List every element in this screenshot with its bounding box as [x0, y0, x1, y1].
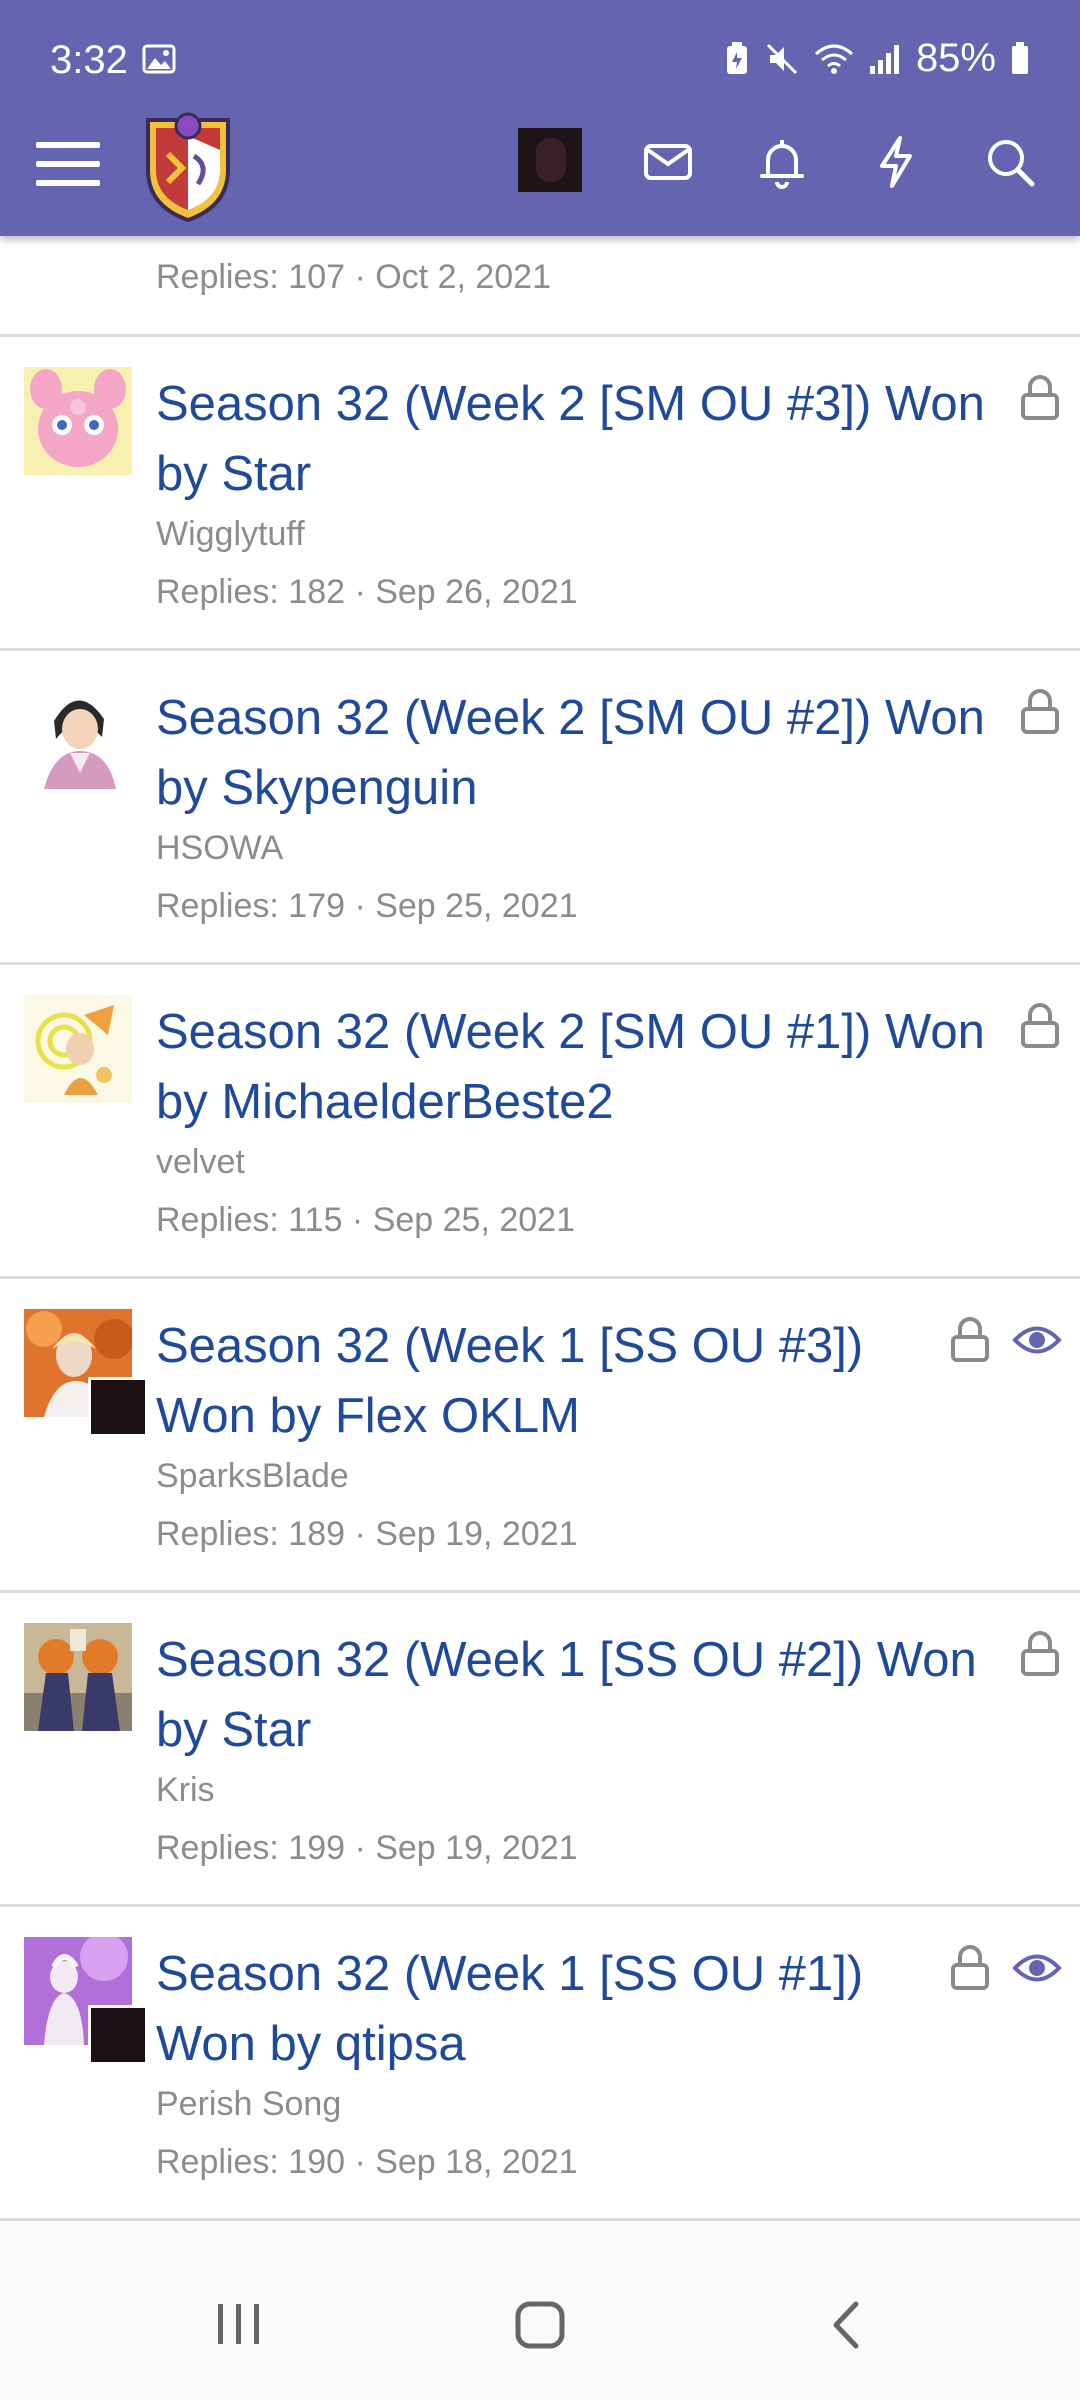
- thread-author[interactable]: Wigglytuff: [156, 515, 305, 554]
- thread-meta: Replies: 107 · Oct 2, 2021: [156, 258, 552, 296]
- thread-title[interactable]: Season 32 (Week 1 [SS OU #2]) Won by Sta…: [156, 1625, 996, 1765]
- thread-title[interactable]: Season 32 (Week 2 [SM OU #3]) Won by Sta…: [156, 369, 996, 509]
- lightning-icon[interactable]: [866, 132, 926, 192]
- status-time: 3:32: [50, 38, 128, 82]
- thread-meta: Replies: 190 · Sep 18, 2021: [156, 2143, 578, 2181]
- last-poster-avatar[interactable]: [88, 2005, 148, 2065]
- thread-row[interactable]: Season 32 (Week 2 [SM OU #3]) Won by Sta…: [0, 337, 1080, 651]
- lock-icon: [1021, 375, 1059, 420]
- thread-meta: Replies: 115 · Sep 25, 2021: [156, 1201, 575, 1239]
- author-avatar[interactable]: [24, 1623, 132, 1731]
- search-icon[interactable]: [980, 132, 1040, 192]
- status-bar: 3:32 85%: [0, 0, 1080, 110]
- hamburger-menu-icon[interactable]: [36, 132, 100, 196]
- thread-author[interactable]: velvet: [156, 1143, 245, 1182]
- thread-title[interactable]: Season 32 (Week 1 [SS OU #1]) Won by qti…: [156, 1939, 916, 2079]
- forum-logo-icon[interactable]: [138, 110, 238, 222]
- lock-icon: [951, 1945, 989, 1990]
- thread-author[interactable]: Kris: [156, 1771, 215, 1810]
- thread-author[interactable]: SparksBlade: [156, 1457, 349, 1496]
- bell-icon[interactable]: [752, 132, 812, 192]
- thread-row[interactable]: Season 32 (Week 1 [SS OU #1]) Won by qti…: [0, 1907, 1080, 2221]
- thread-meta: Replies: 179 · Sep 25, 2021: [156, 887, 578, 925]
- back-icon[interactable]: [826, 2300, 866, 2350]
- author-avatar[interactable]: [24, 995, 132, 1103]
- thread-meta: Replies: 189 · Sep 19, 2021: [156, 1515, 578, 1553]
- thread-author[interactable]: HSOWA: [156, 829, 283, 868]
- user-avatar[interactable]: [518, 128, 582, 192]
- lock-icon: [1021, 1003, 1059, 1048]
- wifi-icon: [814, 44, 853, 74]
- eye-icon: [1012, 1326, 1062, 1354]
- battery-saver-icon: [726, 41, 747, 74]
- signal-icon: [869, 44, 899, 74]
- lock-icon: [1021, 1631, 1059, 1676]
- thread-meta: Replies: 199 · Sep 19, 2021: [156, 1829, 578, 1867]
- thread-title[interactable]: Season 32 (Week 1 [SS OU #3]) Won by Fle…: [156, 1311, 916, 1451]
- gallery-notification-icon: [142, 44, 176, 74]
- thread-row[interactable]: Season 32 (Week 1 [SS OU #3]) Won by Fle…: [0, 1279, 1080, 1593]
- mute-icon: [766, 43, 797, 74]
- author-avatar[interactable]: [24, 367, 132, 475]
- recent-apps-icon[interactable]: [214, 2300, 264, 2348]
- lock-icon: [1021, 689, 1059, 734]
- eye-icon: [1012, 1954, 1062, 1982]
- system-nav-bar: [0, 2222, 1080, 2400]
- thread-title[interactable]: Season 32 (Week 2 [SM OU #2]) Won by Sky…: [156, 683, 996, 823]
- author-avatar[interactable]: [24, 681, 132, 789]
- thread-row[interactable]: Season 32 (Week 2 [SM OU #1]) Won by Mic…: [0, 965, 1080, 1279]
- thread-meta: Replies: 182 · Sep 26, 2021: [156, 573, 578, 611]
- thread-row[interactable]: Season 32 (Week 1 [SS OU #2]) Won by Sta…: [0, 1593, 1080, 1907]
- partial-thread-row[interactable]: Replies: 107 · Oct 2, 2021: [0, 236, 1080, 337]
- thread-author[interactable]: Perish Song: [156, 2085, 341, 2124]
- thread-row[interactable]: Season 32 (Week 2 [SM OU #2]) Won by Sky…: [0, 651, 1080, 965]
- battery-icon: [1012, 41, 1028, 74]
- last-poster-avatar[interactable]: [88, 1377, 148, 1437]
- mail-icon[interactable]: [638, 132, 698, 192]
- lock-icon: [951, 1317, 989, 1362]
- battery-percent: 85%: [915, 36, 996, 80]
- top-nav: [0, 110, 1080, 236]
- thread-title[interactable]: Season 32 (Week 2 [SM OU #1]) Won by Mic…: [156, 997, 996, 1137]
- home-icon[interactable]: [514, 2300, 566, 2350]
- app-header: 3:32 85%: [0, 0, 1080, 236]
